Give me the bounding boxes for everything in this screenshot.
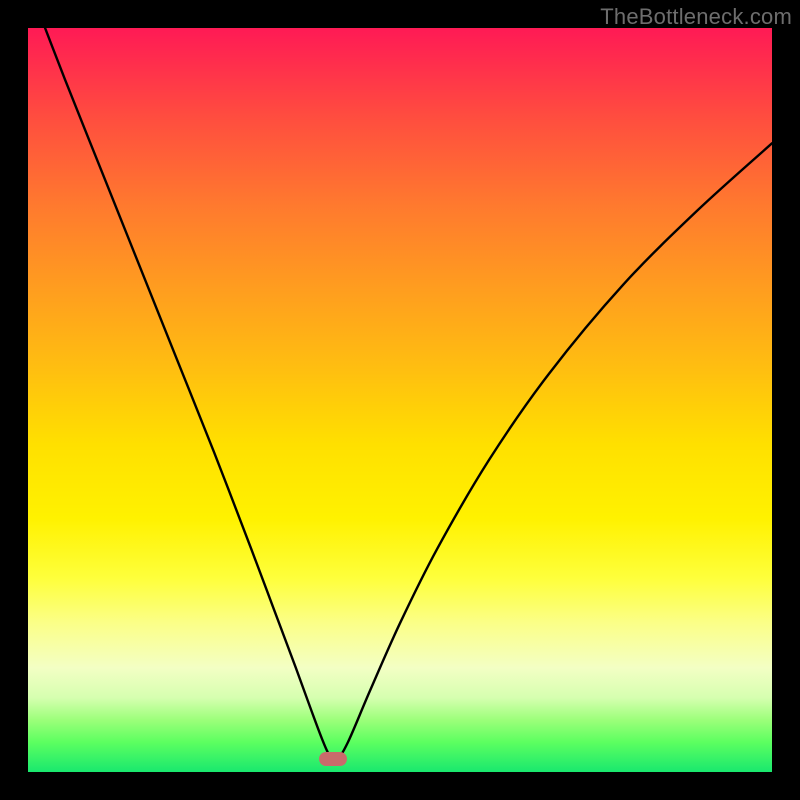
plot-area — [28, 28, 772, 772]
watermark-text: TheBottleneck.com — [600, 4, 792, 30]
chart-frame: TheBottleneck.com — [0, 0, 800, 800]
bottleneck-curve — [28, 28, 772, 772]
min-marker — [319, 752, 347, 766]
